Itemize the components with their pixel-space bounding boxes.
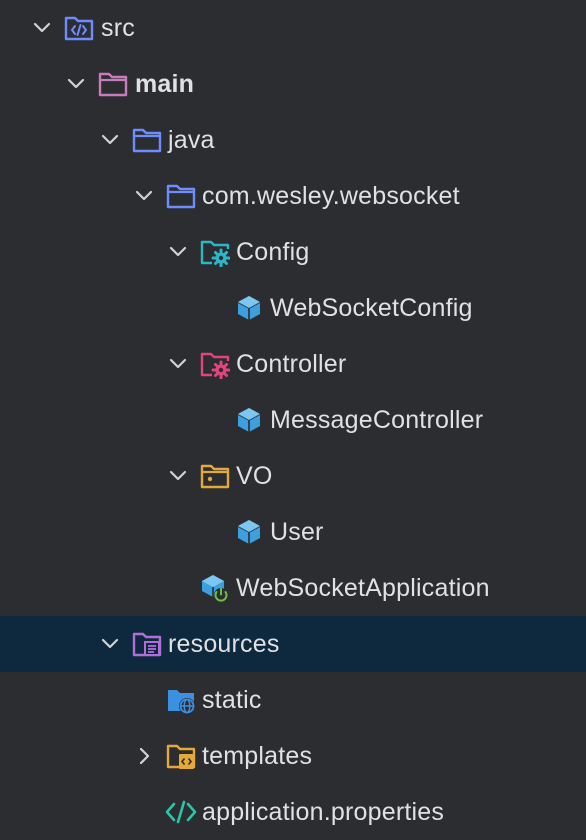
chevron-right-icon[interactable] — [132, 744, 156, 768]
tree-row-application[interactable]: WebSocketApplication — [0, 560, 586, 616]
chevron-down-icon[interactable] — [132, 184, 156, 208]
chevron-down-icon[interactable] — [30, 16, 54, 40]
web-folder-icon — [166, 685, 196, 715]
config-folder-icon — [200, 237, 230, 267]
tree-label-application: WebSocketApplication — [236, 574, 490, 602]
tree-label-websocket-config: WebSocketConfig — [270, 294, 473, 322]
source-root-folder-icon — [64, 13, 94, 43]
tree-row-java[interactable]: java — [0, 112, 586, 168]
tree-row-main[interactable]: main — [0, 56, 586, 112]
chevron-down-icon[interactable] — [166, 464, 190, 488]
tree-row-package[interactable]: com.wesley.websocket — [0, 168, 586, 224]
tree-row-controller[interactable]: Controller — [0, 336, 586, 392]
java-class-icon — [234, 517, 264, 547]
tree-label-templates: templates — [202, 742, 313, 770]
chevron-down-icon[interactable] — [64, 72, 88, 96]
tree-row-src[interactable]: src — [0, 0, 586, 56]
spring-boot-application-icon — [200, 573, 230, 603]
folder-icon — [98, 69, 128, 99]
project-tree: src main java com.wesley.websocket Confi… — [0, 0, 586, 840]
tree-row-user[interactable]: User — [0, 504, 586, 560]
resources-root-folder-icon — [132, 629, 162, 659]
folder-icon — [166, 181, 196, 211]
tree-row-properties[interactable]: application.properties — [0, 784, 586, 840]
chevron-down-icon[interactable] — [98, 632, 122, 656]
chevron-down-icon[interactable] — [98, 128, 122, 152]
folder-icon — [132, 125, 162, 155]
tree-label-config: Config — [236, 238, 310, 266]
tree-label-controller: Controller — [236, 350, 347, 378]
tree-row-static[interactable]: static — [0, 672, 586, 728]
chevron-down-icon[interactable] — [166, 240, 190, 264]
tree-label-message-controller: MessageController — [270, 406, 484, 434]
vo-folder-icon — [200, 461, 230, 491]
tree-label-vo: VO — [236, 462, 273, 490]
tree-label-user: User — [270, 518, 324, 546]
tree-row-websocket-config[interactable]: WebSocketConfig — [0, 280, 586, 336]
properties-file-icon — [164, 797, 197, 827]
tree-label-static: static — [202, 686, 262, 714]
tree-label-properties: application.properties — [202, 798, 445, 826]
tree-row-message-controller[interactable]: MessageController — [0, 392, 586, 448]
chevron-down-icon[interactable] — [166, 352, 190, 376]
tree-label-src: src — [101, 14, 135, 42]
tree-row-resources[interactable]: resources — [0, 616, 586, 672]
tree-row-templates[interactable]: templates — [0, 728, 586, 784]
tree-label-main: main — [135, 70, 195, 98]
java-class-icon — [234, 293, 264, 323]
tree-label-java: java — [168, 126, 215, 154]
java-class-icon — [234, 405, 264, 435]
templates-folder-icon — [166, 741, 196, 771]
tree-label-package: com.wesley.websocket — [202, 182, 460, 210]
controller-folder-icon — [200, 349, 230, 379]
tree-row-vo[interactable]: VO — [0, 448, 586, 504]
tree-row-config[interactable]: Config — [0, 224, 586, 280]
tree-label-resources: resources — [168, 630, 280, 658]
